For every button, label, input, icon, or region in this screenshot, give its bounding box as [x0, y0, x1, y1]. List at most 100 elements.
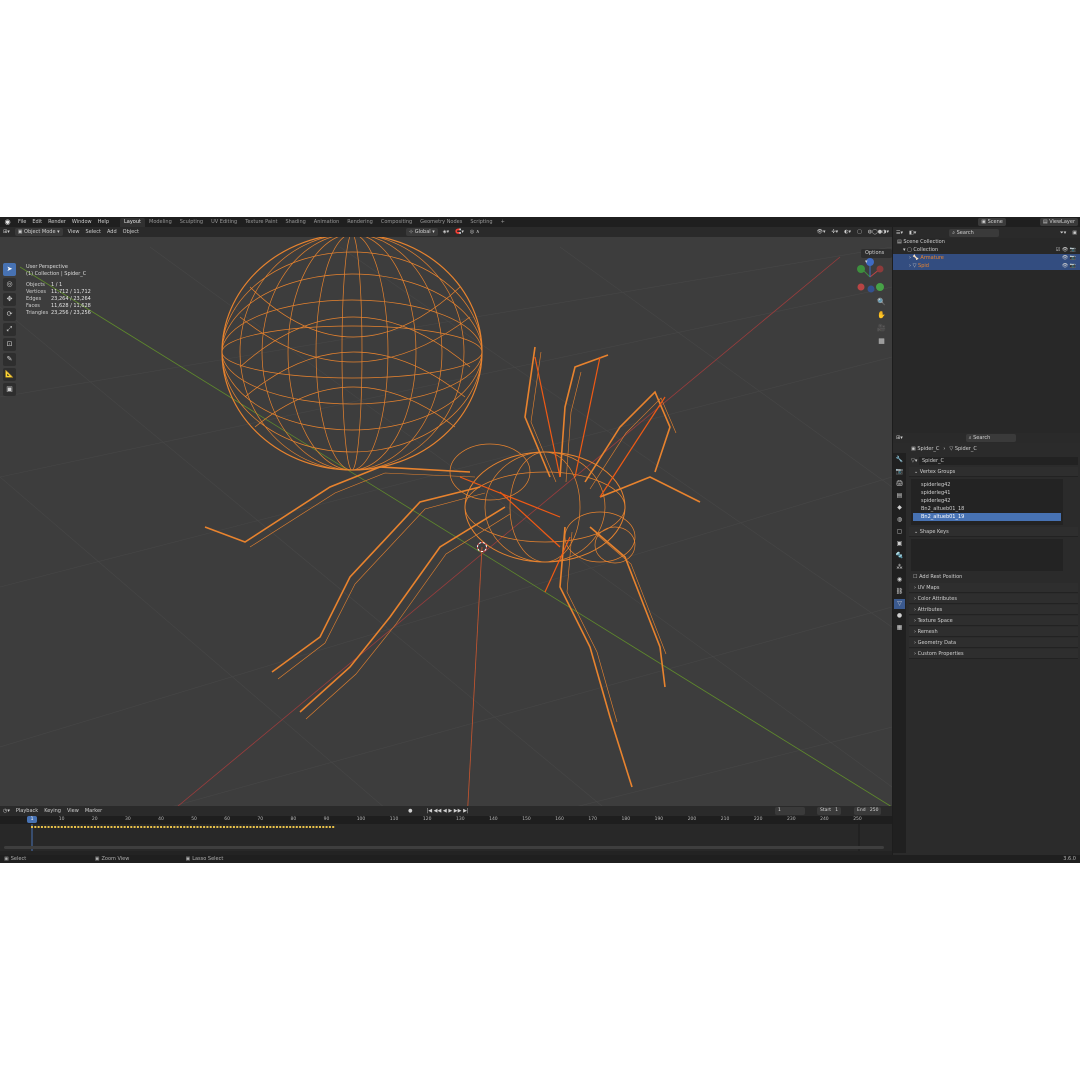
- mesh-datablock[interactable]: ▽▾ Spider_C: [909, 456, 1078, 465]
- uv-maps-panel-header[interactable]: › UV Maps: [909, 583, 1078, 593]
- end-frame-field[interactable]: End 250: [854, 807, 882, 815]
- output-tab-icon[interactable]: 🖨: [894, 479, 905, 489]
- menu-file[interactable]: File: [15, 219, 29, 225]
- orientation-selector[interactable]: ⊹ Global ▾: [405, 228, 438, 236]
- vertex-group-item[interactable]: spiderleg42: [913, 497, 1061, 505]
- tab-shading[interactable]: Shading: [281, 218, 309, 227]
- timeline-keyframes[interactable]: [0, 824, 892, 851]
- tool-tab-icon[interactable]: 🔧: [894, 455, 905, 465]
- perspective-toggle-icon[interactable]: ▦: [876, 336, 887, 347]
- timeline-editor-type-icon[interactable]: ◷▾: [0, 808, 13, 814]
- current-frame-field[interactable]: 1: [775, 807, 805, 815]
- world-tab-icon[interactable]: ◍: [894, 515, 905, 525]
- proportional-edit-icon[interactable]: ◎ ∧: [467, 229, 483, 235]
- start-frame-field[interactable]: Start 1: [817, 807, 842, 815]
- outliner-scene-collection[interactable]: ▤ Scene Collection: [893, 238, 1080, 246]
- overlay-icon[interactable]: ◐▾: [841, 229, 854, 235]
- color-attributes-panel-header[interactable]: › Color Attributes: [909, 594, 1078, 604]
- auto-key-icon[interactable]: ●: [405, 808, 415, 814]
- camera-view-icon[interactable]: 🎥: [876, 323, 887, 334]
- geometry-data-panel-header[interactable]: › Geometry Data: [909, 638, 1078, 648]
- options-button[interactable]: Options ▾: [861, 249, 892, 265]
- view-layer-tab-icon[interactable]: ▤: [894, 491, 905, 501]
- properties-editor-icon[interactable]: ⊞▾: [893, 435, 906, 441]
- tab-uv-editing[interactable]: UV Editing: [207, 218, 241, 227]
- tab-rendering[interactable]: Rendering: [343, 218, 377, 227]
- shape-keys-list[interactable]: [911, 539, 1063, 571]
- xray-icon[interactable]: ▢: [854, 229, 865, 235]
- data-tab-icon[interactable]: ▽: [894, 599, 905, 609]
- menu-keying[interactable]: Keying: [41, 808, 64, 814]
- collection-tab-icon[interactable]: ▢: [894, 527, 905, 537]
- menu-render[interactable]: Render: [45, 219, 69, 225]
- blender-logo-icon[interactable]: ◉: [3, 218, 12, 227]
- add-cube-tool-icon[interactable]: ▣: [3, 383, 16, 396]
- menu-object[interactable]: Object: [120, 229, 142, 235]
- filter-icon[interactable]: ⏷▾: [1057, 230, 1070, 236]
- playback-controls-icon[interactable]: |◀ ◀◀ ◀ ▶ ▶▶ ▶|: [424, 808, 472, 814]
- menu-add[interactable]: Add: [104, 229, 120, 235]
- 3d-viewport[interactable]: ⊞▾ ▣ Object Mode ▾ View Select Add Objec…: [0, 227, 892, 821]
- vertex-groups-panel-header[interactable]: ⌄ Vertex Groups: [909, 467, 1078, 477]
- editor-type-icon[interactable]: ⊞▾: [0, 229, 13, 235]
- outliner-item-spider[interactable]: › ▽ Spid 👁 📷: [893, 262, 1080, 270]
- menu-edit[interactable]: Edit: [29, 219, 45, 225]
- current-frame-indicator[interactable]: 1: [27, 816, 37, 823]
- constraints-tab-icon[interactable]: ⛓: [894, 587, 905, 597]
- menu-help[interactable]: Help: [95, 219, 112, 225]
- measure-tool-icon[interactable]: 📐: [3, 368, 16, 381]
- timeline-ruler[interactable]: 1 10 20 30 40 50 60 70 80 90 100 110 120 130 140 150 16…: [0, 816, 892, 824]
- menu-playback[interactable]: Playback: [13, 808, 41, 814]
- vertex-group-item[interactable]: spiderleg41: [913, 489, 1061, 497]
- display-mode-icon[interactable]: ◧▾: [906, 230, 919, 236]
- texture-tab-icon[interactable]: ▦: [894, 623, 905, 633]
- tab-animation[interactable]: Animation: [310, 218, 344, 227]
- attributes-panel-header[interactable]: › Attributes: [909, 605, 1078, 615]
- tab-modeling[interactable]: Modeling: [145, 218, 176, 227]
- tab-geometry-nodes[interactable]: Geometry Nodes: [416, 218, 466, 227]
- mode-selector[interactable]: ▣ Object Mode ▾: [14, 228, 63, 236]
- tab-scripting[interactable]: Scripting: [466, 218, 496, 227]
- outliner-editor-icon[interactable]: ☰▾: [893, 230, 906, 236]
- menu-view[interactable]: View: [65, 229, 83, 235]
- tab-texture-paint[interactable]: Texture Paint: [241, 218, 281, 227]
- move-tool-icon[interactable]: ✥: [3, 293, 16, 306]
- armature-visibility-icon[interactable]: 👁 📷: [1062, 254, 1080, 262]
- menu-select[interactable]: Select: [83, 229, 104, 235]
- rotate-tool-icon[interactable]: ⟳: [3, 308, 16, 321]
- add-workspace-icon[interactable]: +: [497, 218, 509, 227]
- view-layer-selector[interactable]: ▤ ViewLayer: [1039, 218, 1078, 226]
- annotate-tool-icon[interactable]: ✎: [3, 353, 16, 366]
- collection-visibility-icon[interactable]: ☑ 👁 📷: [1056, 246, 1080, 254]
- object-tab-icon[interactable]: ▣: [894, 539, 905, 549]
- physics-tab-icon[interactable]: ◉: [894, 575, 905, 585]
- mesh-name-field[interactable]: Spider_C: [918, 456, 1078, 465]
- spider-visibility-icon[interactable]: 👁 📷: [1062, 262, 1080, 270]
- menu-window[interactable]: Window: [69, 219, 95, 225]
- scene-tab-icon[interactable]: ◆: [894, 503, 905, 513]
- tab-layout[interactable]: Layout: [120, 217, 145, 227]
- custom-properties-panel-header[interactable]: › Custom Properties: [909, 649, 1078, 659]
- menu-marker[interactable]: Marker: [82, 808, 105, 814]
- scale-tool-icon[interactable]: ⤢: [3, 323, 16, 336]
- menu-view-timeline[interactable]: View: [64, 808, 82, 814]
- cursor-tool-icon[interactable]: ◎: [3, 278, 16, 291]
- viewport-canvas[interactable]: [0, 227, 892, 821]
- texture-space-panel-header[interactable]: › Texture Space: [909, 616, 1078, 626]
- vertex-group-item[interactable]: spiderleg42: [913, 481, 1061, 489]
- zoom-icon[interactable]: 🔍: [876, 297, 887, 308]
- gizmo-icon[interactable]: ✣▾: [828, 229, 841, 235]
- vertex-groups-list[interactable]: spiderleg42 spiderleg41 spiderleg42 Bn2_…: [911, 479, 1063, 525]
- material-tab-icon[interactable]: ●: [894, 611, 905, 621]
- new-collection-icon[interactable]: ▣: [1069, 230, 1080, 236]
- tab-sculpting[interactable]: Sculpting: [176, 218, 207, 227]
- transform-tool-icon[interactable]: ⊡: [3, 338, 16, 351]
- remesh-panel-header[interactable]: › Remesh: [909, 627, 1078, 637]
- visibility-icon[interactable]: 👁▾: [814, 229, 829, 235]
- pivot-icon[interactable]: ◈▾: [440, 229, 452, 235]
- shape-keys-panel-header[interactable]: ⌄ Shape Keys: [909, 527, 1078, 537]
- vertex-group-item[interactable]: Bn2_altueb01_18: [913, 505, 1061, 513]
- snap-icon[interactable]: 🧲▾: [452, 229, 467, 235]
- outliner-item-armature[interactable]: › 🦴 Armature 👁 📷: [893, 254, 1080, 262]
- outliner-search-input[interactable]: ⌕ Search: [949, 228, 1000, 237]
